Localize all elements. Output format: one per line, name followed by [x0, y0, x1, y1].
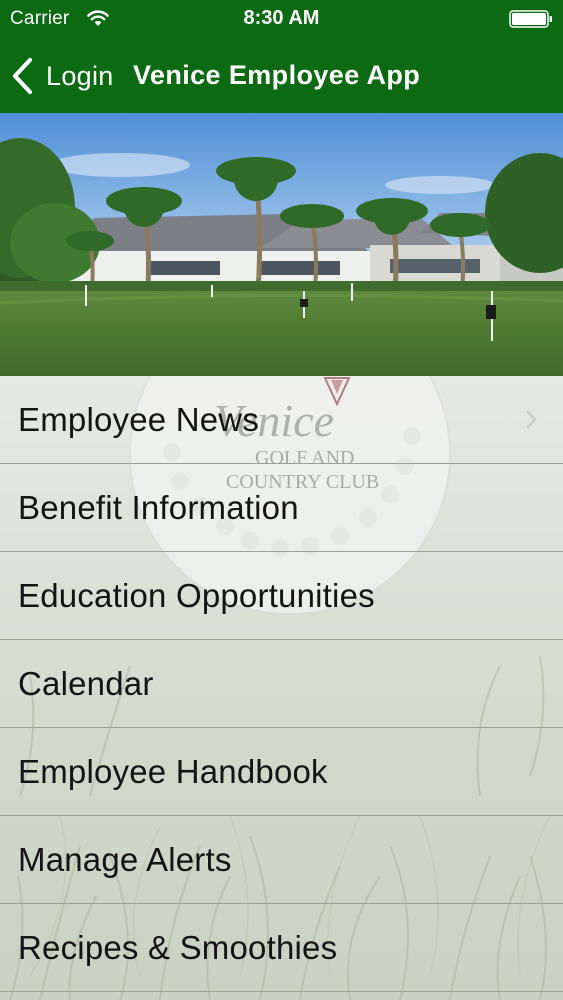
menu-item-label: Recipes & Smoothies [18, 928, 338, 966]
menu-item-label: Manage Alerts [18, 840, 232, 878]
battery-full-icon [509, 10, 552, 28]
menu-item-employee-news[interactable]: Employee News [0, 376, 563, 464]
status-time: 8:30 AM [243, 7, 320, 29]
menu-item-education-opportunities[interactable]: Education Opportunities [0, 552, 563, 640]
menu-item-recipes-smoothies[interactable]: Recipes & Smoothies [0, 904, 563, 992]
page-title: Venice Employee App [133, 60, 421, 90]
menu-item-label: Education Opportunities [18, 576, 375, 614]
back-button[interactable]: Login [10, 54, 114, 98]
menu-list: Employee News Benefit Information Educat… [0, 376, 563, 992]
menu-item-label: Calendar [18, 664, 154, 702]
menu-item-label: Employee Handbook [18, 752, 328, 790]
chevron-right-icon [526, 410, 537, 429]
header-photo [0, 113, 563, 376]
status-bar: Carrier 8:30 AM [0, 0, 563, 38]
menu-item-manage-alerts[interactable]: Manage Alerts [0, 816, 563, 904]
menu-item-benefit-information[interactable]: Benefit Information [0, 464, 563, 552]
menu-item-label: Employee News [18, 400, 260, 438]
top-bar: Carrier 8:30 AM Login Venice Employee Ap… [0, 0, 563, 113]
navigation-bar: Login Venice Employee App [0, 38, 563, 113]
golf-course-photo [0, 113, 563, 376]
menu-item-calendar[interactable]: Calendar [0, 640, 563, 728]
chevron-left-icon [12, 57, 33, 95]
menu-area: Venice GOLF AND COUNTRY CLUB Employee Ne… [0, 376, 563, 1000]
menu-item-employee-handbook[interactable]: Employee Handbook [0, 728, 563, 816]
back-button-label: Login [46, 60, 114, 91]
menu-item-label: Benefit Information [18, 488, 299, 526]
